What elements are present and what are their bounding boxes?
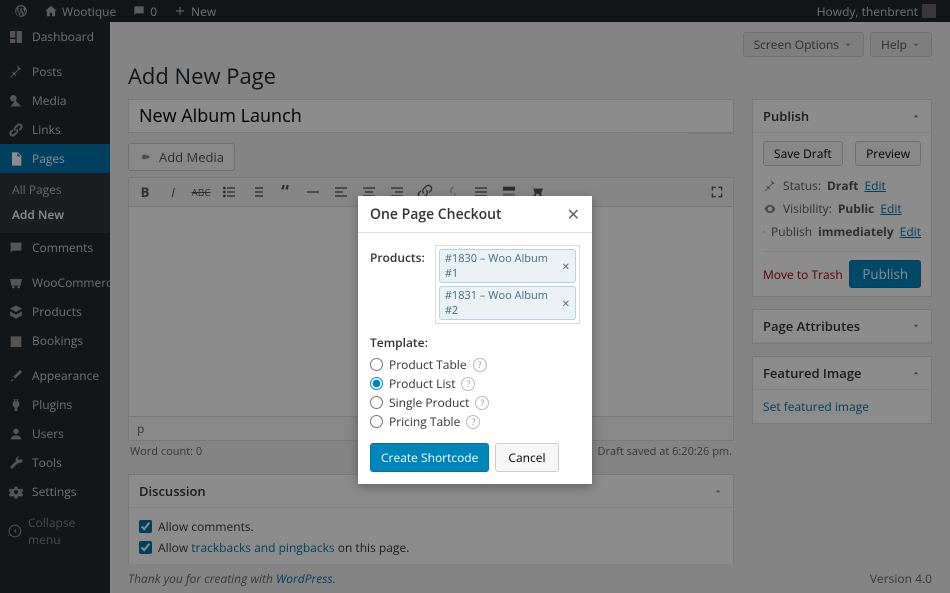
template-radio[interactable] <box>370 377 383 390</box>
help-icon[interactable]: ? <box>466 415 480 429</box>
help-icon[interactable]: ? <box>461 377 475 391</box>
template-option[interactable]: Product List ? <box>370 374 580 393</box>
one-page-checkout-modal: One Page Checkout ✕ Products: #1830 – Wo… <box>358 196 592 484</box>
template-radio[interactable] <box>370 415 383 428</box>
products-select[interactable]: #1830 – Woo Album #1✕#1831 – Woo Album #… <box>435 245 580 324</box>
product-chip: #1831 – Woo Album #2✕ <box>439 286 576 320</box>
create-shortcode-button[interactable]: Create Shortcode <box>370 443 489 472</box>
template-option[interactable]: Single Product ? <box>370 393 580 412</box>
remove-chip-icon[interactable]: ✕ <box>562 259 570 273</box>
modal-overlay[interactable]: One Page Checkout ✕ Products: #1830 – Wo… <box>0 0 950 593</box>
modal-title: One Page Checkout <box>370 205 502 224</box>
template-option[interactable]: Product Table ? <box>370 355 580 374</box>
product-chip: #1830 – Woo Album #1✕ <box>439 249 576 283</box>
template-option[interactable]: Pricing Table ? <box>370 412 580 431</box>
template-radio[interactable] <box>370 358 383 371</box>
close-icon[interactable]: ✕ <box>567 203 580 225</box>
template-label: Template: <box>370 334 580 351</box>
help-icon[interactable]: ? <box>475 396 489 410</box>
help-icon[interactable]: ? <box>473 358 487 372</box>
cancel-button[interactable]: Cancel <box>495 443 558 472</box>
template-radio[interactable] <box>370 396 383 409</box>
remove-chip-icon[interactable]: ✕ <box>562 296 570 310</box>
products-label: Products: <box>370 245 425 266</box>
